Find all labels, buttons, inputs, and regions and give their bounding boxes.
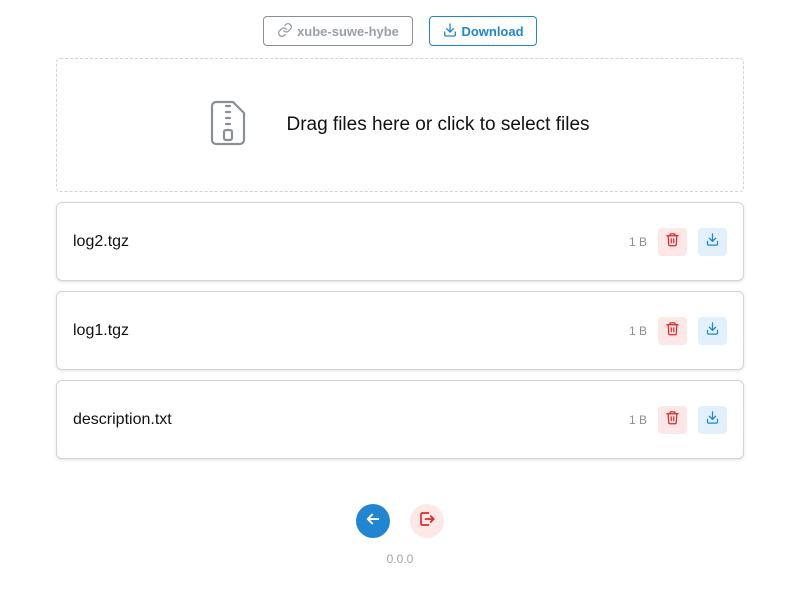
file-name: log1.tgz [73,321,130,339]
trash-icon [665,321,680,341]
back-button[interactable] [356,504,390,538]
file-row: log2.tgz 1 B [56,202,744,281]
top-toolbar: xube-suwe-hybe Download [0,16,800,46]
file-size: 1 B [628,323,647,338]
file-row: log1.tgz 1 B [56,291,744,370]
delete-file-button[interactable] [658,228,687,256]
dropzone-text: Drag files here or click to select files [286,114,590,135]
download-file-button[interactable] [698,406,727,434]
file-row: description.txt 1 B [56,380,744,459]
download-file-button[interactable] [698,228,727,256]
logout-button[interactable] [410,504,444,538]
app-version: 0.0.0 [386,552,414,566]
share-link-button[interactable]: xube-suwe-hybe [263,16,413,46]
delete-file-button[interactable] [658,317,687,345]
link-icon [277,22,293,41]
file-name: description.txt [73,410,172,428]
file-share-page: xube-suwe-hybe Download Drag files here … [0,0,800,589]
file-dropzone[interactable]: Drag files here or click to select files [56,58,744,192]
trash-icon [665,232,680,252]
trash-icon [665,410,680,430]
download-all-label: Download [461,23,524,39]
download-icon [705,321,720,341]
download-icon [705,232,720,252]
download-icon [442,22,458,41]
zip-file-icon [210,100,246,151]
arrow-left-icon [364,510,382,533]
download-icon [705,410,720,430]
logout-icon [418,510,436,533]
share-link-label: xube-suwe-hybe [297,23,399,39]
file-name: log2.tgz [73,232,130,250]
download-file-button[interactable] [698,317,727,345]
delete-file-button[interactable] [658,406,687,434]
download-all-button[interactable]: Download [429,16,537,46]
file-size: 1 B [628,234,647,249]
file-size: 1 B [628,412,647,427]
